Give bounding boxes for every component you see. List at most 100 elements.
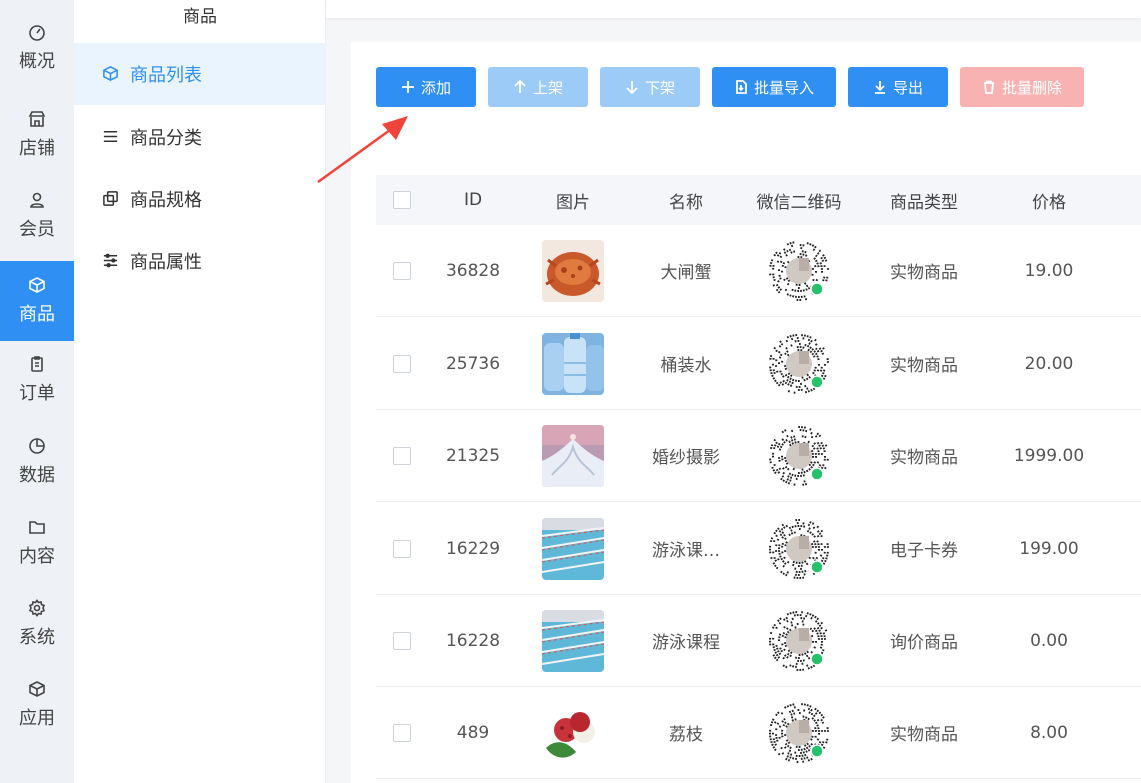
wechat-qr-code[interactable] (768, 425, 830, 487)
table-row[interactable]: 25736 桶装水 实物商品 20.00 (376, 318, 1141, 410)
on-shelf-button-label: 上架 (532, 78, 563, 97)
product-image-crab (542, 239, 604, 302)
product-image-lychee (542, 701, 604, 764)
row-checkbox[interactable] (393, 631, 411, 650)
nav-item-label: 订单 (19, 383, 55, 404)
nav-item-apps[interactable]: 应用 (0, 665, 74, 745)
nav-item-goods[interactable]: 商品 (0, 261, 74, 341)
row-checkbox[interactable] (393, 354, 411, 373)
cell-type: 电子卡券 (890, 541, 958, 561)
arrow-up-icon (513, 80, 527, 94)
batch-import-button[interactable]: 批量导入 (712, 67, 836, 107)
file-import-icon (734, 80, 748, 94)
cell-price: 19.00 (1024, 260, 1074, 281)
cell-type: 实物商品 (890, 263, 958, 283)
product-image-pool (542, 609, 604, 672)
batch-import-button-label: 批量导入 (753, 78, 814, 97)
cell-type: 实物商品 (890, 725, 958, 745)
wechat-qr-code[interactable] (768, 333, 830, 395)
folder-icon (28, 518, 46, 536)
cell-type: 询价商品 (890, 633, 958, 653)
table-row[interactable]: 489 荔枝 实物商品 8.00 (376, 687, 1141, 779)
main-nav-rail: 概况 店铺 会员 商品 订单 数据 内容 系统 应用 (0, 0, 74, 783)
cell-name: 游泳课程 (652, 633, 720, 653)
nav-item-overview[interactable]: 概况 (0, 8, 74, 88)
column-header-qr: 微信二维码 (756, 192, 842, 213)
table-row[interactable]: 16228 游泳课程 询价商品 0.00 (376, 595, 1141, 687)
sub-item-goods-category[interactable]: 商品分类 (74, 106, 326, 168)
export-button[interactable]: 导出 (848, 67, 948, 107)
plus-icon (401, 80, 415, 94)
cube-icon (28, 680, 46, 698)
cell-name: 婚纱摄影 (652, 448, 720, 468)
sub-item-label: 商品属性 (130, 252, 202, 273)
table-row[interactable]: 36828 大闸蟹 实物商品 19.00 (376, 225, 1141, 317)
cell-id: 25736 (445, 353, 501, 374)
nav-item-member[interactable]: 会员 (0, 176, 74, 256)
sub-item-goods-list[interactable]: 商品列表 (74, 43, 326, 105)
user-icon (28, 191, 46, 209)
nav-item-data[interactable]: 数据 (0, 422, 74, 502)
wechat-qr-code[interactable] (768, 610, 830, 672)
table-row[interactable]: 21325 婚纱摄影 实物商品 1999.00 (376, 410, 1141, 502)
off-shelf-button[interactable]: 下架 (600, 67, 700, 107)
cell-name: 荔枝 (669, 725, 703, 745)
table-header: ID 图片 名称 微信二维码 商品类型 价格 (376, 175, 1141, 225)
sub-item-goods-spec[interactable]: 商品规格 (74, 168, 326, 230)
nav-item-label: 应用 (19, 708, 55, 729)
nav-item-store[interactable]: 店铺 (0, 95, 74, 175)
dashboard-icon (28, 23, 46, 41)
select-all-checkbox[interactable] (393, 191, 411, 209)
cell-type: 实物商品 (890, 448, 958, 468)
row-checkbox[interactable] (393, 261, 411, 280)
trash-icon (982, 80, 996, 94)
goods-sub-sidebar: 商品 商品列表 商品分类 商品规格 商品属性 (74, 0, 326, 783)
nav-item-label: 概况 (19, 51, 55, 72)
wechat-qr-code[interactable] (768, 518, 830, 580)
cell-id: 36828 (445, 260, 501, 281)
nav-item-label: 商品 (19, 304, 55, 325)
nav-item-label: 系统 (19, 627, 55, 648)
goods-list-panel: 添加 上架 下架 批量导入 导出 批量删除 ID 图片 名称 微信二维码 商品类… (351, 42, 1141, 783)
cell-id: 16229 (445, 538, 501, 559)
sub-item-label: 商品规格 (130, 190, 202, 211)
list-icon (102, 128, 120, 146)
cell-price: 0.00 (1030, 630, 1068, 651)
arrow-down-icon (625, 80, 639, 94)
nav-item-system[interactable]: 系统 (0, 584, 74, 664)
add-button[interactable]: 添加 (376, 67, 476, 107)
product-image-water (542, 332, 604, 395)
row-checkbox[interactable] (393, 723, 411, 742)
on-shelf-button[interactable]: 上架 (488, 67, 588, 107)
sub-item-label: 商品列表 (130, 65, 202, 86)
batch-delete-button[interactable]: 批量删除 (960, 67, 1084, 107)
cell-id: 489 (456, 722, 490, 743)
top-header-bar (326, 0, 1141, 18)
cell-price: 1999.00 (1013, 445, 1085, 466)
column-header-price: 价格 (1032, 192, 1066, 213)
add-button-label: 添加 (420, 78, 451, 97)
cell-price: 20.00 (1024, 353, 1074, 374)
wechat-qr-code[interactable] (768, 240, 830, 302)
export-button-label: 导出 (892, 78, 923, 97)
toolbar: 添加 上架 下架 批量导入 导出 批量删除 (376, 67, 1084, 107)
nav-item-order[interactable]: 订单 (0, 340, 74, 420)
cell-name: 大闸蟹 (660, 263, 712, 283)
cell-name: 游泳课… (652, 541, 720, 561)
nav-item-content[interactable]: 内容 (0, 503, 74, 583)
cell-price: 8.00 (1030, 722, 1068, 743)
sub-item-goods-attribute[interactable]: 商品属性 (74, 230, 326, 292)
product-image-wedding (542, 424, 604, 487)
row-checkbox[interactable] (393, 539, 411, 558)
cell-price: 199.00 (1019, 538, 1079, 559)
copy-icon (102, 190, 120, 208)
pie-chart-icon (28, 437, 46, 455)
column-header-name: 名称 (669, 192, 703, 213)
row-checkbox[interactable] (393, 446, 411, 465)
wechat-qr-code[interactable] (768, 702, 830, 764)
download-icon (873, 80, 887, 94)
cell-id: 21325 (445, 445, 501, 466)
gear-icon (28, 599, 46, 617)
table-row[interactable]: 16229 游泳课… 电子卡券 199.00 (376, 503, 1141, 595)
column-header-id: ID (463, 190, 483, 210)
